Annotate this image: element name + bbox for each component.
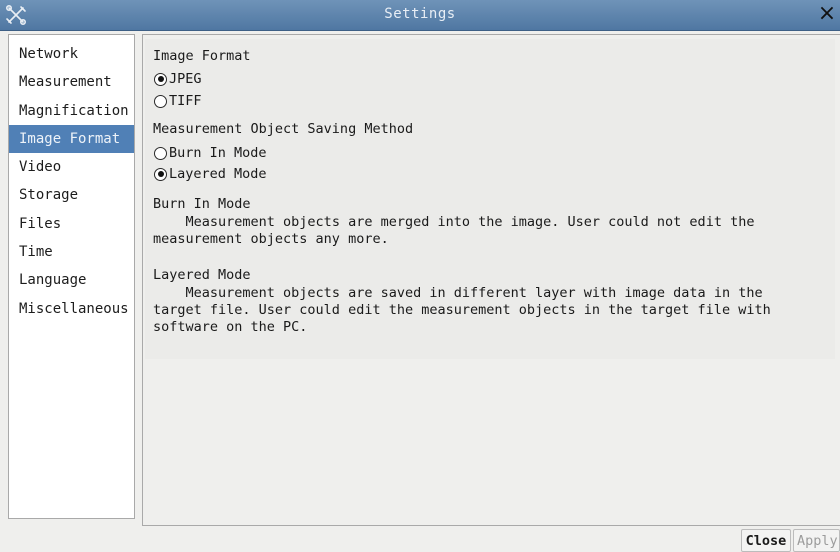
- settings-window: Settings × Network Measurement Magnifica…: [0, 0, 840, 552]
- title-bar: Settings ×: [0, 0, 840, 31]
- sidebar-item-network[interactable]: Network: [9, 40, 134, 68]
- burn-in-description-text: Measurement objects are merged into the …: [153, 214, 755, 247]
- close-button[interactable]: Close: [741, 529, 791, 552]
- radio-checked-icon: [154, 72, 167, 86]
- sidebar-item-files[interactable]: Files: [9, 210, 134, 238]
- apply-button[interactable]: Apply: [793, 529, 840, 552]
- image-format-page: Image Format JPEG TIFF Measurement Objec…: [145, 39, 835, 359]
- layered-description-heading: Layered Mode: [153, 267, 251, 283]
- radio-layered-label: Layered Mode: [169, 166, 267, 182]
- sidebar-item-image-format[interactable]: Image Format: [9, 124, 134, 154]
- settings-content-panel: Image Format JPEG TIFF Measurement Objec…: [142, 34, 840, 526]
- sidebar-item-storage[interactable]: Storage: [9, 181, 134, 209]
- radio-unchecked-icon: [154, 146, 167, 160]
- sidebar-item-magnification[interactable]: Magnification: [9, 97, 134, 125]
- radio-layered-mode[interactable]: Layered Mode: [154, 164, 267, 184]
- radio-unchecked-icon: [154, 94, 167, 108]
- radio-jpeg[interactable]: JPEG: [154, 69, 202, 89]
- sidebar-item-miscellaneous[interactable]: Miscellaneous: [9, 295, 134, 323]
- window-title: Settings: [384, 6, 456, 22]
- radio-tiff-label: TIFF: [169, 93, 202, 109]
- saving-method-heading: Measurement Object Saving Method: [153, 121, 414, 137]
- radio-tiff[interactable]: TIFF: [154, 91, 202, 111]
- sidebar-item-language[interactable]: Language: [9, 266, 134, 294]
- radio-burn-in-label: Burn In Mode: [169, 145, 267, 161]
- radio-jpeg-label: JPEG: [169, 71, 202, 87]
- settings-sidebar: Network Measurement Magnification Image …: [8, 34, 135, 519]
- close-icon[interactable]: ×: [816, 2, 838, 26]
- sidebar-item-video[interactable]: Video: [9, 153, 134, 181]
- layered-description-text: Measurement objects are saved in differe…: [153, 285, 771, 335]
- burn-in-description-heading: Burn In Mode: [153, 196, 251, 212]
- radio-burn-in-mode[interactable]: Burn In Mode: [154, 143, 267, 163]
- sidebar-item-time[interactable]: Time: [9, 238, 134, 266]
- radio-checked-icon: [154, 167, 167, 181]
- sidebar-item-measurement[interactable]: Measurement: [9, 68, 134, 96]
- image-format-heading: Image Format: [153, 48, 251, 64]
